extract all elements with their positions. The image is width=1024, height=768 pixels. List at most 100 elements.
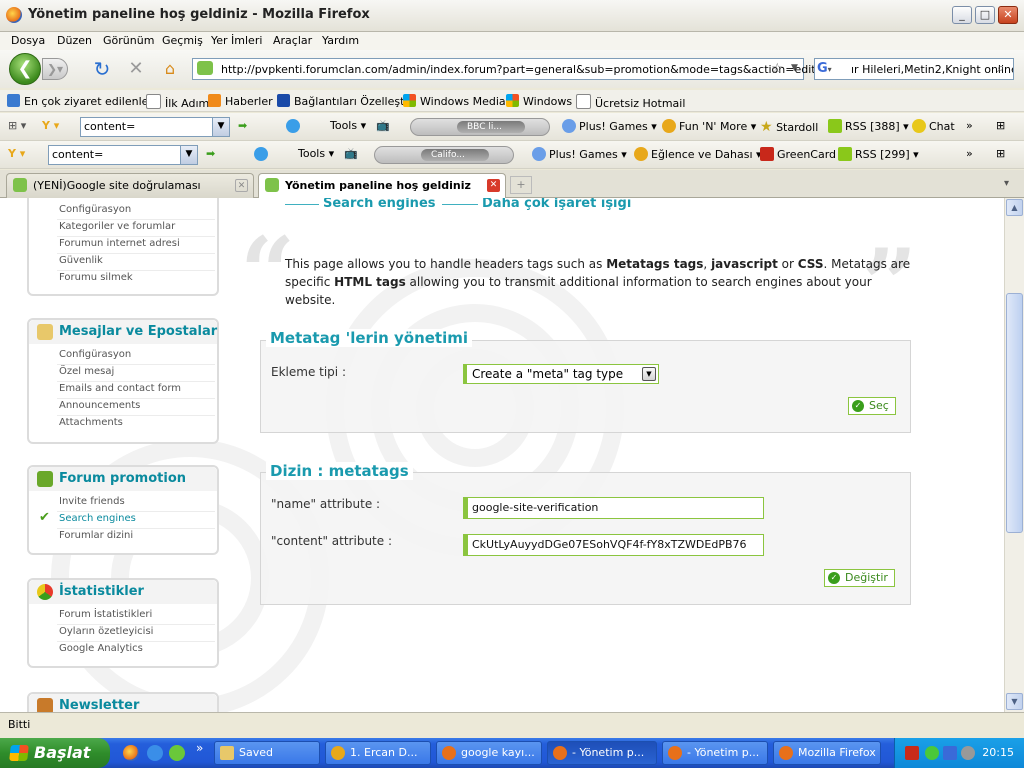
search-input[interactable]: ır Hileleri,Metin2,Knight online: [851, 63, 1013, 76]
sidebar-item-private-message[interactable]: Özel mesaj: [59, 366, 114, 377]
sidebar-item-configuration[interactable]: Configürasyon: [59, 204, 131, 215]
toolbar-overflow-icon[interactable]: »: [966, 119, 973, 132]
url-dropdown-icon[interactable]: ▼: [791, 63, 798, 73]
taskbar-item-yonetim[interactable]: - Yönetim p...: [662, 741, 768, 765]
menu-araclar[interactable]: Araçlar: [273, 34, 312, 47]
close-button[interactable]: ✕: [998, 6, 1018, 24]
tv-icon[interactable]: 📺: [344, 147, 358, 160]
close-tab-icon[interactable]: ✕: [487, 179, 500, 192]
plus-games-menu[interactable]: Plus! Games ▾: [532, 147, 627, 161]
sidebar-item-forum-address[interactable]: Forumun internet adresi: [59, 238, 180, 249]
menu-yardim[interactable]: Yardım: [322, 34, 359, 47]
media-player[interactable]: Califo...: [374, 146, 514, 164]
yahoo-y-icon[interactable]: Y ▾: [8, 147, 25, 160]
name-attribute-input[interactable]: google-site-verification: [463, 497, 764, 519]
sidebar-item-search-engines[interactable]: Search engines: [59, 513, 136, 524]
sidebar-item-delete-forum[interactable]: Forumu silmek: [59, 272, 133, 283]
add-icon[interactable]: ⊞: [996, 119, 1005, 132]
close-tab-icon[interactable]: ✕: [235, 179, 248, 192]
address-bar[interactable]: http://pvpkenti.forumclan.com/admin/inde…: [192, 58, 846, 80]
sidebar-item-poll-summary[interactable]: Oyların özetleyicisi: [59, 626, 153, 637]
bookmark-customize-links[interactable]: Bağlantıları Özelleştir: [277, 94, 412, 108]
media-player[interactable]: BBC li...: [410, 118, 550, 136]
tab-list-icon[interactable]: ▾: [1004, 178, 1009, 189]
search-bar[interactable]: G▾ ır Hileleri,Metin2,Knight online ⌕: [814, 58, 1014, 80]
tray-network-icon[interactable]: [943, 746, 957, 760]
insert-type-select[interactable]: Create a "meta" tag type ▼: [463, 364, 659, 384]
reload-icon[interactable]: ↻: [92, 59, 112, 79]
chevron-down-icon[interactable]: ▼: [180, 146, 197, 164]
taskbar-item-google[interactable]: google kayı...: [436, 741, 542, 765]
tools-menu[interactable]: Tools ▾: [330, 119, 366, 132]
scroll-up-icon[interactable]: ▲: [1006, 199, 1023, 216]
tab-admin-panel[interactable]: Yönetim paneline hoş geldiniz ✕: [258, 173, 506, 199]
toolbar2-combo[interactable]: content= ▼: [48, 145, 198, 165]
plus-games-menu[interactable]: Plus! Games ▾: [562, 119, 657, 133]
taskbar-item-firefox[interactable]: Mozilla Firefox: [773, 741, 881, 765]
chevron-down-icon[interactable]: ▼: [642, 367, 656, 381]
bookmark-windows-media[interactable]: Windows Media: [403, 94, 506, 108]
maximize-button[interactable]: □: [975, 6, 995, 24]
sidebar-item-categories[interactable]: Kategoriler ve forumlar: [59, 221, 175, 232]
select-button[interactable]: ✓ Seç: [848, 397, 896, 415]
quicklaunch-ie-icon[interactable]: [147, 745, 163, 761]
new-tab-button[interactable]: +: [510, 176, 532, 194]
go-arrow-icon[interactable]: ➡: [238, 119, 247, 132]
tray-volume-icon[interactable]: [961, 746, 975, 760]
tools-menu[interactable]: Tools ▾: [298, 147, 334, 160]
menu-gecmis[interactable]: Geçmiş: [162, 34, 203, 47]
bookmark-hotmail[interactable]: Ücretsiz Hotmail: [576, 94, 685, 110]
add-icon[interactable]: ⊞: [996, 147, 1005, 160]
menu-yer-imleri[interactable]: Yer İmleri: [211, 34, 262, 47]
stardoll-link[interactable]: ★ Stardoll: [760, 119, 818, 135]
vertical-scrollbar[interactable]: ▲ ▼: [1004, 198, 1024, 712]
greencard-link[interactable]: GreenCard: [760, 147, 836, 161]
content-attribute-input[interactable]: CkUtLyAuyydDGe07ESohVQF4f-fY8xTZWDEdPB76: [463, 534, 764, 556]
toolbar1-combo[interactable]: content= ▼: [80, 117, 230, 137]
messenger-icon[interactable]: [254, 147, 271, 161]
sidebar-item-configuration[interactable]: Configürasyon: [59, 349, 131, 360]
change-button[interactable]: ✓ Değiştir: [824, 569, 895, 587]
rss-menu[interactable]: RSS [388] ▾: [828, 119, 909, 133]
scrollbar-thumb[interactable]: [1006, 293, 1023, 533]
menu-dosya[interactable]: Dosya: [11, 34, 45, 47]
quicklaunch-messenger-icon[interactable]: [169, 745, 185, 761]
chat-link[interactable]: Chat: [912, 119, 955, 133]
quicklaunch-firefox-icon[interactable]: [123, 745, 139, 761]
messenger-icon[interactable]: [286, 119, 303, 133]
tab-google-verification[interactable]: (YENİ)Google site doğrulaması ✕: [6, 173, 254, 198]
sidebar-item-emails-contact[interactable]: Emails and contact form: [59, 383, 181, 394]
bookmark-windows[interactable]: Windows: [506, 94, 572, 108]
google-search-engine-icon[interactable]: G▾: [817, 61, 835, 77]
stop-icon[interactable]: ✕: [126, 59, 146, 79]
rss-menu[interactable]: RSS [299] ▾: [838, 147, 919, 161]
menu-gorunum[interactable]: Görünüm: [103, 34, 154, 47]
chevron-down-icon[interactable]: ▼: [212, 118, 229, 136]
bookmark-first-step[interactable]: İlk Adım: [146, 94, 209, 110]
sidebar-item-invite-friends[interactable]: Invite friends: [59, 496, 125, 507]
tv-icon[interactable]: 📺: [376, 119, 390, 132]
forward-button[interactable]: ❯▾: [42, 58, 68, 80]
sidebar-item-forum-statistics[interactable]: Forum İstatistikleri: [59, 609, 152, 620]
sidebar-item-announcements[interactable]: Announcements: [59, 400, 140, 411]
tray-messenger-icon[interactable]: [925, 746, 939, 760]
tray-language-icon[interactable]: [905, 746, 919, 760]
sidebar-item-google-analytics[interactable]: Google Analytics: [59, 643, 143, 654]
bookmark-news[interactable]: Haberler: [208, 94, 273, 108]
fun-more-menu[interactable]: Fun 'N' More ▾: [662, 119, 756, 133]
search-icon[interactable]: ⌕: [997, 61, 1004, 76]
minimize-button[interactable]: _: [952, 6, 972, 24]
back-button[interactable]: ❮: [9, 53, 41, 85]
sidebar-item-security[interactable]: Güvenlik: [59, 255, 103, 266]
taskbar-item-ercan[interactable]: 1. Ercan D...: [325, 741, 431, 765]
start-button[interactable]: Başlat: [0, 738, 110, 768]
quicklaunch-overflow-icon[interactable]: »: [196, 741, 203, 755]
taskbar-item-yonetim-active[interactable]: - Yönetim p...: [547, 741, 657, 765]
go-arrow-icon[interactable]: ➡: [206, 147, 215, 160]
sidebar-item-attachments[interactable]: Attachments: [59, 417, 123, 428]
eglence-menu[interactable]: Eğlence ve Dahası ▾: [634, 147, 762, 161]
bookmark-most-visited[interactable]: En çok ziyaret edilenler: [7, 94, 153, 108]
bookmark-star-icon[interactable]: ☆: [771, 61, 784, 77]
scroll-down-icon[interactable]: ▼: [1006, 693, 1023, 710]
home-icon[interactable]: ⌂: [160, 59, 180, 79]
